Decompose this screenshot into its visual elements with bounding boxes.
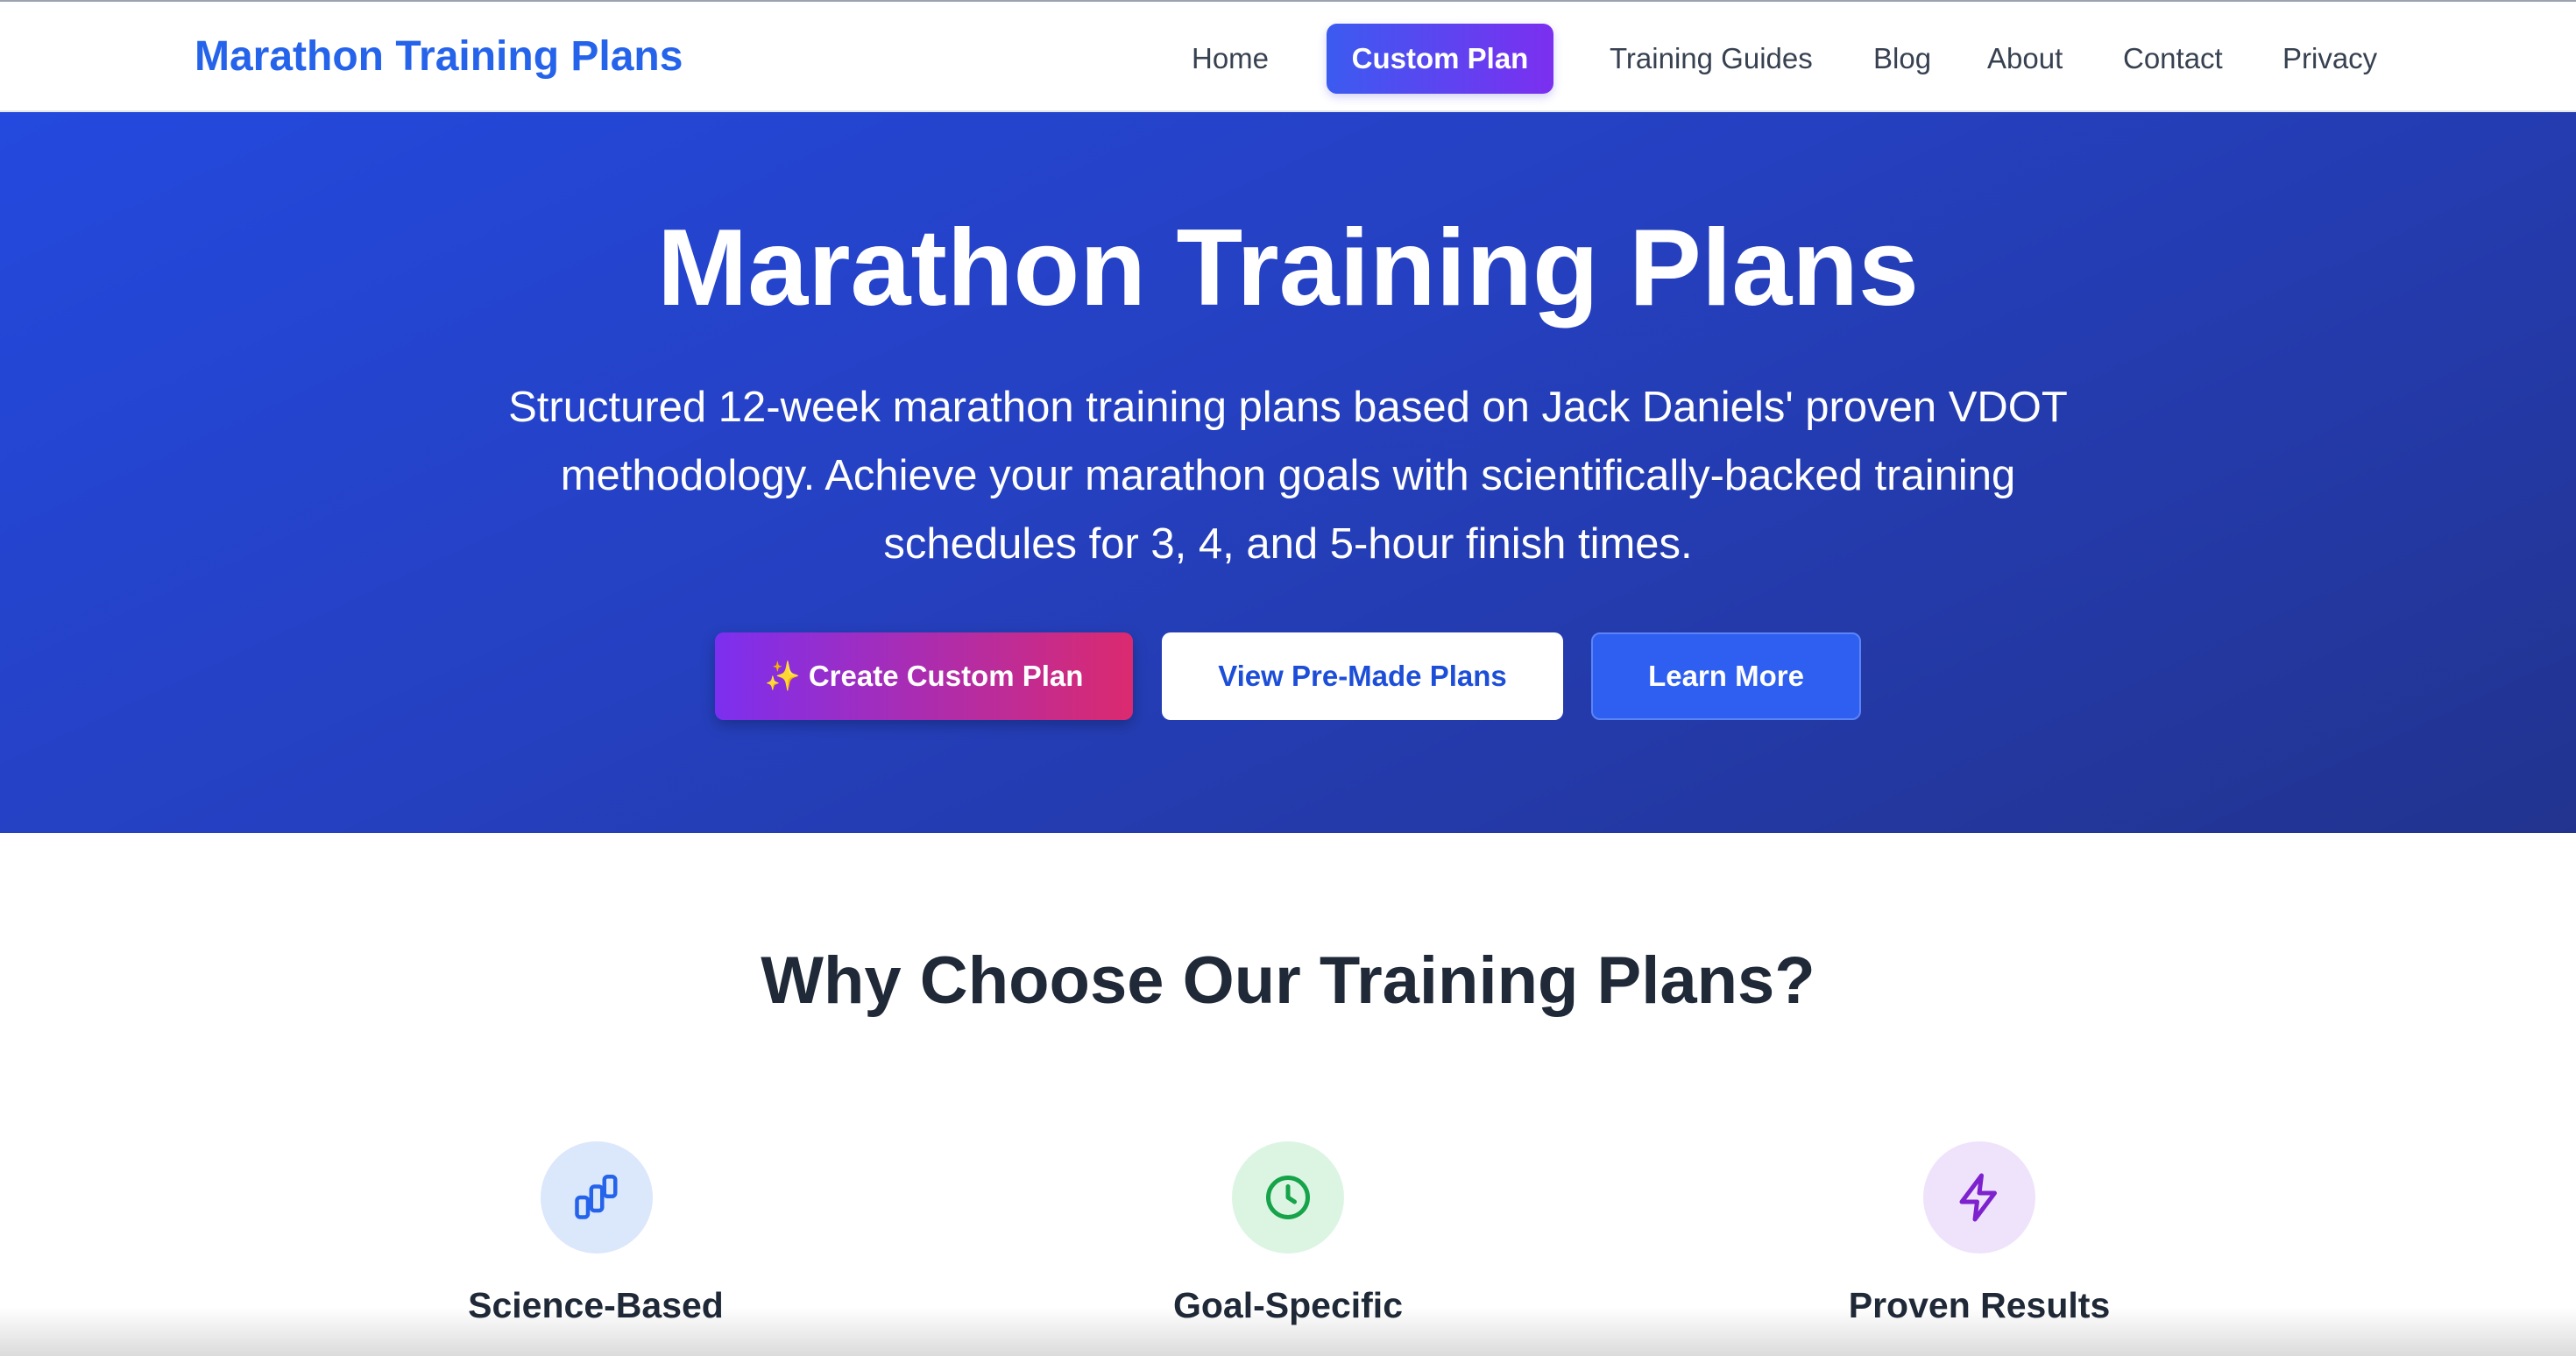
create-custom-plan-button[interactable]: ✨ Create Custom Plan	[715, 632, 1133, 720]
brand-logo-link[interactable]: Marathon Training Plans	[195, 29, 683, 85]
view-premade-plans-button[interactable]: View Pre-Made Plans	[1162, 632, 1563, 720]
nav-link-home[interactable]: Home	[1192, 26, 1269, 95]
feature-title-goal-specific: Goal-Specific	[1172, 1285, 1403, 1325]
learn-more-button[interactable]: Learn More	[1591, 632, 1861, 720]
section-title: Why Choose Our Training Plans?	[761, 943, 1815, 1018]
lightning-icon	[1923, 1141, 2035, 1254]
hero-subtitle: Structured 12-week marathon training pla…	[508, 384, 2068, 568]
nav-link-privacy[interactable]: Privacy	[2282, 26, 2377, 95]
nav-link-custom-plan[interactable]: Custom Plan	[1327, 24, 1553, 94]
feature-title-proven-results: Proven Results	[1848, 1285, 2111, 1325]
top-navigation-bar: Marathon Training Plans Home Custom Plan…	[0, 2, 2576, 112]
feature-title-science-based: Science-Based	[468, 1285, 724, 1325]
hero-title: Marathon Training Plans	[657, 208, 1919, 328]
clock-icon	[1232, 1141, 1344, 1254]
nav-link-contact[interactable]: Contact	[2123, 26, 2223, 95]
nav-link-blog[interactable]: Blog	[1873, 26, 1931, 95]
hero-section: Marathon Training Plans Structured 12-we…	[0, 112, 2576, 833]
nav-link-training-guides[interactable]: Training Guides	[1610, 26, 1813, 95]
nav-link-about[interactable]: About	[1987, 26, 2063, 95]
chart-bars-icon	[541, 1141, 653, 1254]
